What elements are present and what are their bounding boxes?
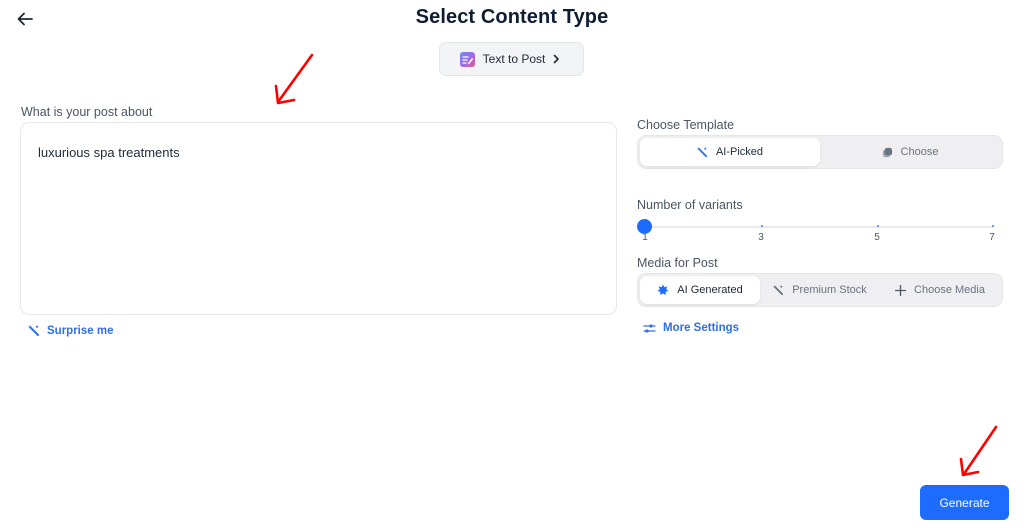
media-segmented-control: AI Generated Premium Stock Choose Media: [637, 273, 1003, 307]
variants-label: Number of variants: [637, 198, 743, 212]
magic-wand-icon: [697, 146, 708, 157]
template-option-label: Choose: [900, 146, 939, 158]
media-option-label: AI Generated: [677, 284, 743, 296]
surprise-me-label: Surprise me: [47, 325, 114, 337]
choose-template-label: Choose Template: [637, 118, 735, 132]
slider-tick: [992, 225, 994, 227]
media-option-choose-media[interactable]: Choose Media: [880, 276, 1000, 304]
magic-wand-icon: [28, 325, 39, 336]
slider-tick: [877, 225, 879, 227]
template-option-choose[interactable]: Choose: [820, 138, 1000, 166]
annotation-arrow-icon: [959, 425, 998, 477]
template-option-label: AI-Picked: [715, 146, 764, 158]
media-option-label: Choose Media: [914, 284, 985, 296]
more-settings-label: More Settings: [663, 322, 740, 334]
media-label: Media for Post: [637, 256, 718, 270]
sliders-icon: [643, 323, 656, 333]
template-option-ai-picked[interactable]: AI-Picked: [640, 138, 820, 166]
layers-icon: [882, 147, 892, 157]
variants-slider[interactable]: 1 3 5 7: [637, 219, 995, 243]
slider-tick: [761, 225, 763, 227]
media-option-premium-stock[interactable]: Premium Stock: [760, 276, 880, 304]
post-topic-input[interactable]: [20, 122, 617, 315]
template-segmented-control: AI-Picked Choose: [637, 135, 1003, 169]
magic-wand-icon: [773, 284, 784, 295]
more-settings-button[interactable]: More Settings: [643, 322, 739, 334]
slider-tick-label: 5: [874, 232, 880, 243]
content-type-label: Text to Post: [482, 52, 546, 66]
page-title: Select Content Type: [415, 6, 609, 28]
surprise-me-button[interactable]: Surprise me: [28, 325, 113, 337]
text-to-post-icon: [459, 51, 475, 67]
media-option-ai-generated[interactable]: AI Generated: [640, 276, 760, 304]
annotation-arrow-icon: [274, 53, 314, 105]
post-topic-label: What is your post about: [21, 105, 153, 119]
slider-tick-label: 3: [758, 232, 764, 243]
generate-button[interactable]: Generate: [920, 485, 1009, 520]
chevron-right-icon: [553, 53, 563, 65]
plus-icon: [895, 284, 907, 296]
sparkle-icon: [657, 284, 669, 295]
content-type-button[interactable]: Text to Post: [439, 42, 584, 76]
slider-thumb[interactable]: [637, 219, 652, 234]
media-option-label: Premium Stock: [792, 284, 867, 296]
slider-tick-label: 7: [989, 232, 995, 243]
